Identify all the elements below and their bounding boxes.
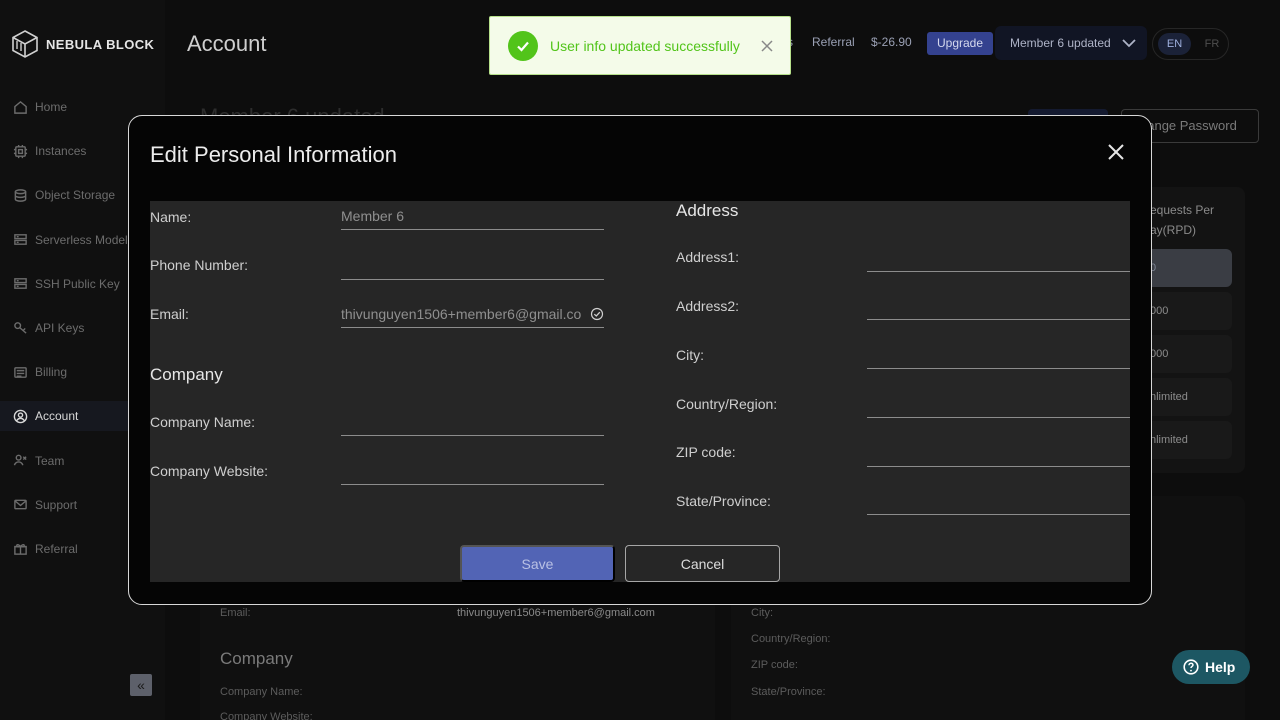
- verified-check-icon: [590, 307, 604, 321]
- account-icon: [12, 408, 28, 424]
- home-icon: [12, 99, 28, 115]
- edit-personal-info-dialog: Edit Personal Information Name: Member 6…: [128, 115, 1152, 605]
- question-circle-icon: [1183, 659, 1199, 675]
- country-label: Country/Region:: [676, 396, 778, 412]
- billing-icon: [12, 364, 28, 380]
- company-heading: Company: [150, 365, 223, 384]
- balance-display: $-26.90: [871, 35, 912, 49]
- page-title: Account: [187, 31, 267, 56]
- database-icon: [12, 187, 28, 203]
- phone-input[interactable]: [341, 252, 604, 280]
- mail-icon: [12, 497, 28, 513]
- help-button[interactable]: Help: [1172, 650, 1250, 684]
- company-website-input[interactable]: [341, 457, 604, 485]
- email-input[interactable]: thivunguyen1506+member6@gmail.co: [341, 300, 604, 328]
- sidebar-item-label: Billing: [35, 365, 68, 380]
- sidebar-item-label: Support: [35, 497, 78, 512]
- key-icon: [12, 320, 28, 336]
- address2-label: Address2:: [676, 298, 740, 314]
- sidebar-item-account[interactable]: Account: [0, 401, 128, 432]
- sidebar-item-label: API Keys: [35, 320, 85, 335]
- sidebar-item-label: Object Storage: [35, 188, 116, 203]
- bg-country-label: Country/Region:: [751, 633, 831, 645]
- sidebar-item-label: Serverless Models: [35, 232, 134, 247]
- bg-email-label: Email:: [220, 607, 251, 619]
- state-input[interactable]: [867, 487, 1130, 515]
- server-icon: [12, 232, 28, 248]
- header-referral-link[interactable]: Referral: [812, 35, 855, 49]
- sidebar-item-label: Referral: [35, 541, 78, 556]
- user-name: Member 6 updated: [1010, 36, 1111, 50]
- address2-input[interactable]: [867, 292, 1130, 320]
- double-chevron-left-icon: «: [137, 677, 145, 693]
- sidebar-item-label: Team: [35, 453, 65, 468]
- lang-fr[interactable]: FR: [1197, 38, 1227, 50]
- server-key-icon: [12, 276, 28, 292]
- brand-name: NEBULA BLOCK: [46, 36, 155, 52]
- bg-zip-label: ZIP code:: [751, 659, 798, 671]
- email-label: Email:: [150, 306, 189, 322]
- chevron-down-icon: [1122, 39, 1136, 48]
- nebula-logo-icon: [12, 30, 38, 58]
- lang-en[interactable]: EN: [1158, 33, 1191, 55]
- phone-label: Phone Number:: [150, 257, 249, 273]
- user-menu[interactable]: Member 6 updated: [995, 26, 1147, 60]
- state-label: State/Province:: [676, 493, 771, 509]
- country-input[interactable]: [867, 390, 1130, 418]
- upgrade-button[interactable]: Upgrade: [927, 32, 994, 55]
- company-website-label: Company Website:: [150, 463, 269, 479]
- bg-city-label: City:: [751, 607, 773, 619]
- address1-label: Address1:: [676, 249, 740, 265]
- cancel-button[interactable]: Cancel: [625, 545, 780, 582]
- brand-logo[interactable]: NEBULA BLOCK: [12, 30, 154, 58]
- toast-message: User info updated successfully: [550, 37, 740, 54]
- bg-company-name-label: Company Name:: [220, 686, 303, 698]
- bg-email-value: thivunguyen1506+member6@gmail.com: [457, 607, 655, 619]
- name-label: Name:: [150, 209, 192, 225]
- zip-label: ZIP code:: [676, 444, 736, 460]
- help-label: Help: [1205, 659, 1236, 675]
- sidebar-item-label: Home: [35, 100, 68, 114]
- close-icon[interactable]: [1107, 143, 1125, 161]
- success-toast: User info updated successfully: [489, 16, 791, 75]
- dialog-title: Edit Personal Information: [150, 142, 398, 167]
- check-circle-icon: [508, 30, 538, 61]
- city-input[interactable]: [867, 341, 1130, 369]
- bg-state-label: State/Province:: [751, 686, 826, 698]
- dialog-form: Name: Member 6 Phone Number: Email: thiv…: [150, 201, 1130, 582]
- city-label: City:: [676, 347, 704, 363]
- email-value: thivunguyen1506+member6@gmail.co: [341, 306, 582, 322]
- name-input[interactable]: Member 6: [341, 202, 604, 230]
- company-name-input[interactable]: [341, 408, 604, 436]
- toast-close-icon[interactable]: [760, 39, 774, 53]
- company-name-label: Company Name:: [150, 414, 256, 430]
- address-heading: Address: [676, 201, 739, 220]
- gift-icon: [12, 541, 28, 557]
- bg-company-website-label: Company Website:: [220, 711, 313, 720]
- cpu-icon: [12, 143, 28, 159]
- zip-input[interactable]: [867, 439, 1130, 467]
- sidebar-item-label: SSH Public Key: [35, 276, 120, 291]
- sidebar-item-label: Account: [35, 409, 79, 424]
- bg-company-heading: Company: [220, 649, 293, 668]
- address1-input[interactable]: [867, 244, 1130, 272]
- table-header-rpd: equests Per ay(RPD): [1150, 203, 1215, 237]
- language-switch[interactable]: EN FR: [1152, 28, 1229, 60]
- save-button[interactable]: Save: [460, 545, 615, 582]
- collapse-sidebar-button[interactable]: «: [130, 674, 152, 696]
- team-icon: [12, 453, 28, 469]
- sidebar-item-label: Instances: [35, 144, 87, 159]
